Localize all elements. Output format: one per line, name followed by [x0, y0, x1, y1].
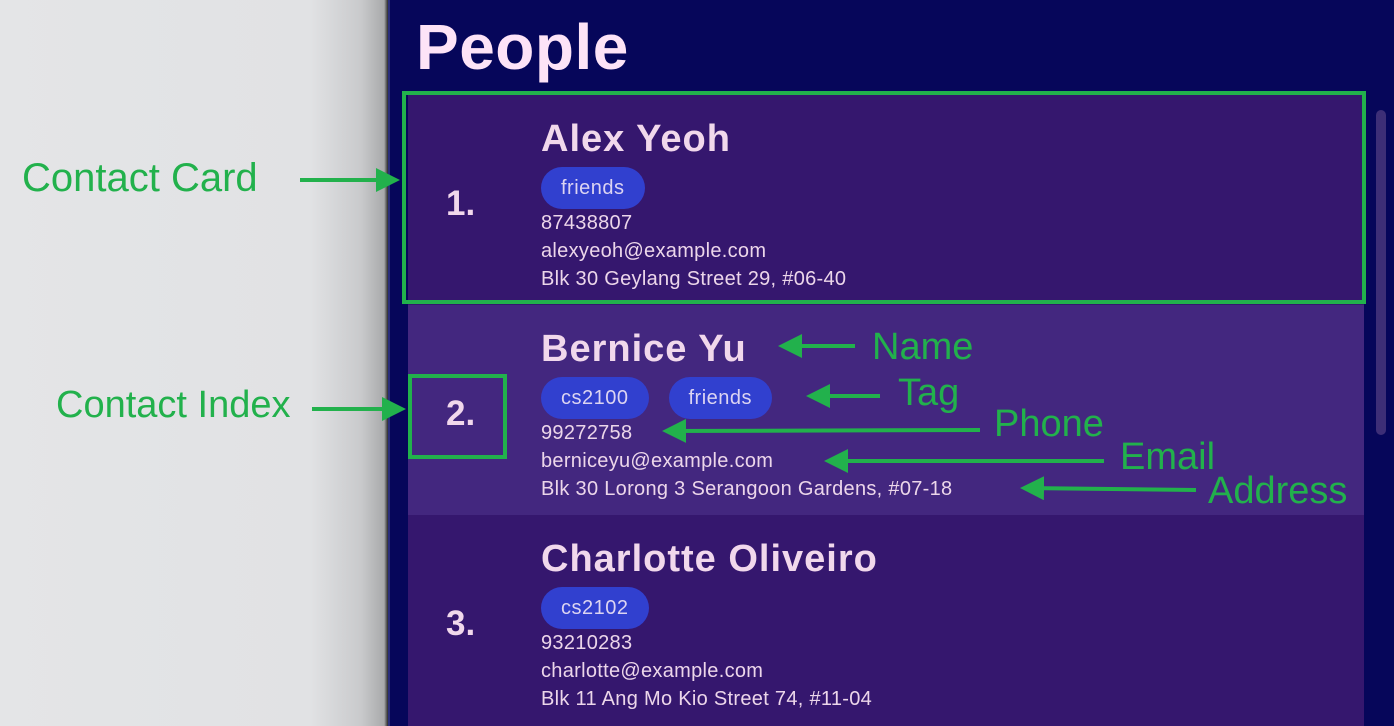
- desktop-background: [0, 0, 388, 726]
- annotation-email: Email: [1120, 436, 1216, 478]
- annotation-contact-card: Contact Card: [22, 156, 258, 200]
- contact-card[interactable]: 3. Charlotte Oliveiro cs2102 93210283 ch…: [408, 515, 1364, 726]
- scrollbar-thumb[interactable]: [1376, 110, 1386, 435]
- contact-phone: 93210283: [541, 632, 633, 654]
- tag-list: cs2100 friends: [541, 377, 952, 419]
- contact-email: berniceyu@example.com: [541, 450, 774, 472]
- page-title: People: [416, 11, 629, 83]
- tag: cs2100: [541, 377, 649, 419]
- annotation-phone: Phone: [994, 403, 1104, 445]
- contact-email: charlotte@example.com: [541, 660, 764, 682]
- contact-index: 3.: [446, 604, 476, 643]
- contact-address: Blk 11 Ang Mo Kio Street 74, #11-04: [541, 688, 873, 710]
- annotation-address: Address: [1208, 470, 1348, 512]
- tag-list: cs2102: [541, 587, 878, 629]
- contact-phone: 99272758: [541, 422, 633, 444]
- annotation-tag: Tag: [898, 372, 960, 414]
- tag: cs2102: [541, 587, 649, 629]
- contact-address: Blk 30 Lorong 3 Serangoon Gardens, #07-1…: [541, 478, 953, 500]
- contact-name: Charlotte Oliveiro: [541, 538, 878, 580]
- annotation-name: Name: [872, 326, 974, 368]
- annotation-contact-index: Contact Index: [56, 384, 291, 426]
- contact-index-highlight: [408, 374, 507, 459]
- contact-card-highlight: [402, 91, 1366, 304]
- tag: friends: [668, 377, 773, 419]
